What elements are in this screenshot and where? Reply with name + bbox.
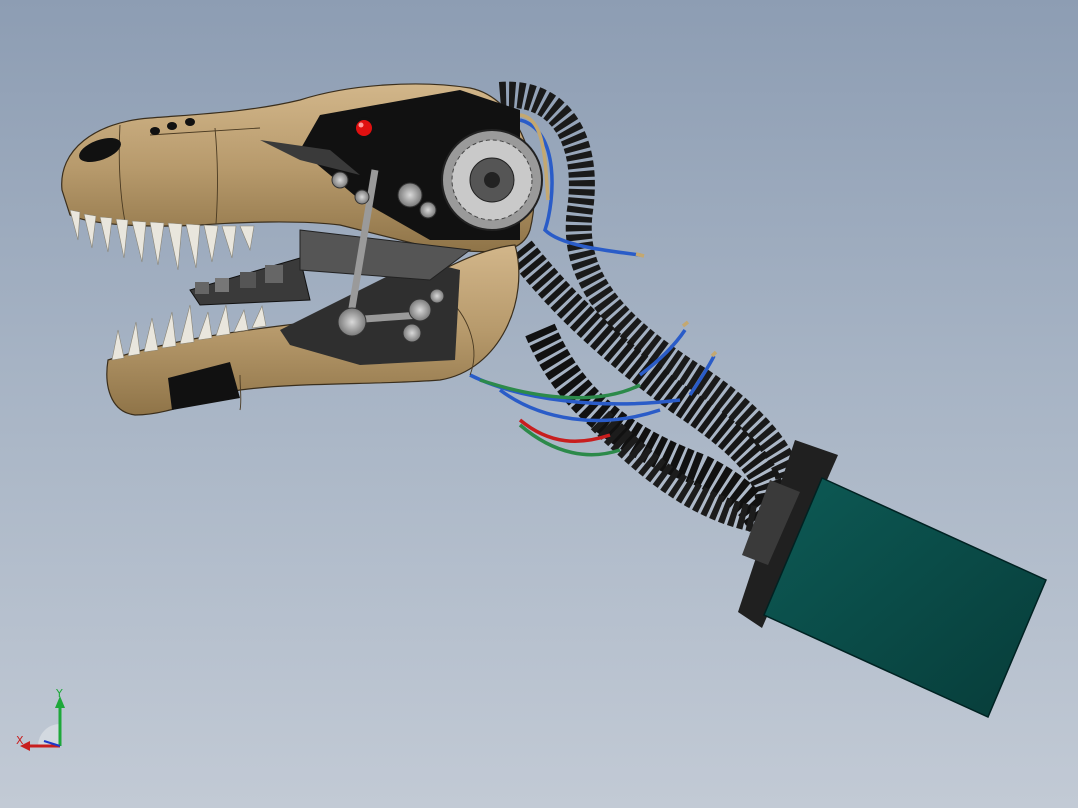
- dinosaur-head-model[interactable]: [0, 0, 1078, 808]
- sprocket-gear: [441, 129, 543, 231]
- tongue-mechanism: [189, 257, 311, 306]
- y-axis-label: Y: [55, 687, 63, 700]
- x-axis-label: X: [16, 734, 24, 747]
- graphics-viewport[interactable]: Y X: [0, 0, 1078, 808]
- coordinate-triad: Y X: [16, 687, 65, 751]
- mounting-base: [738, 440, 1047, 719]
- eye: [353, 117, 375, 139]
